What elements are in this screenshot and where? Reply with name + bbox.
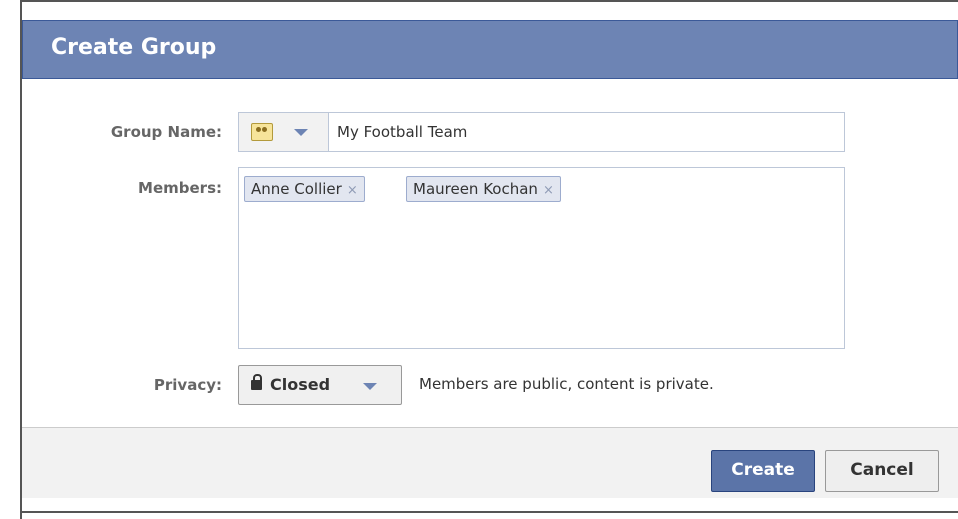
member-name: Anne Collier: [251, 180, 342, 198]
group-name-input[interactable]: My Football Team: [337, 123, 467, 141]
group-name-label: Group Name:: [110, 123, 222, 141]
privacy-value: Closed: [270, 375, 331, 394]
privacy-description: Members are public, content is private.: [419, 375, 714, 393]
cancel-button[interactable]: Cancel: [825, 450, 939, 492]
chevron-down-icon: [294, 129, 308, 136]
create-group-dialog: Create Group Group Name: My Football Tea…: [20, 0, 958, 519]
dialog-header: Create Group: [22, 20, 958, 79]
member-token: Anne Collier ×: [244, 176, 365, 202]
privacy-label: Privacy:: [153, 376, 222, 394]
privacy-dropdown[interactable]: Closed: [238, 365, 402, 405]
create-button[interactable]: Create: [711, 450, 815, 492]
group-icon: [251, 123, 273, 141]
dialog-footer: Create Cancel: [22, 427, 958, 498]
group-icon-dropdown[interactable]: [239, 113, 329, 151]
member-name: Maureen Kochan: [413, 180, 538, 198]
lock-icon: [251, 374, 262, 390]
dialog-title: Create Group: [51, 35, 217, 60]
divider: [22, 511, 958, 513]
member-token: Maureen Kochan ×: [406, 176, 561, 202]
members-label: Members:: [138, 179, 222, 197]
members-input[interactable]: Anne Collier × Maureen Kochan ×: [238, 167, 845, 349]
close-icon[interactable]: ×: [347, 183, 358, 198]
chevron-down-icon: [363, 383, 377, 390]
group-name-field[interactable]: My Football Team: [238, 112, 845, 152]
close-icon[interactable]: ×: [543, 183, 554, 198]
